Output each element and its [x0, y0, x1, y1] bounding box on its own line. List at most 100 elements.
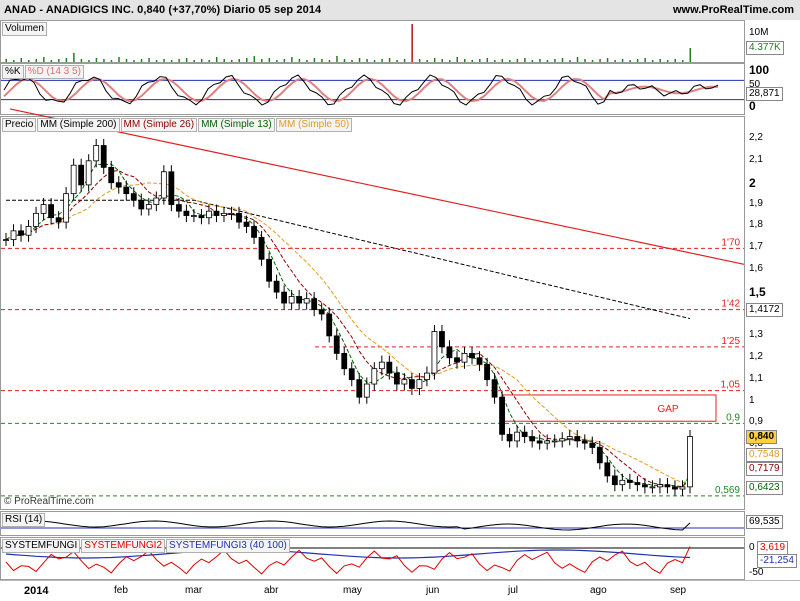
candle-body [296, 296, 303, 304]
stochastic-legend: %K %D (14 3 5) [2, 65, 85, 79]
rsi-legend: RSI (14) [2, 513, 46, 527]
candle-body [228, 212, 235, 215]
candle-body [33, 212, 39, 227]
volume-bar [381, 59, 383, 62]
candle-body [326, 313, 333, 337]
x-year-label: 2014 [24, 585, 49, 597]
volume-bar [140, 59, 143, 62]
volume-bar [268, 58, 271, 62]
candle-body [687, 436, 693, 488]
volume-bar [621, 59, 624, 62]
candle-body [559, 438, 566, 442]
price-axis-tick: 2,1 [749, 153, 763, 165]
volume-bar [554, 59, 556, 62]
volume-bar [283, 59, 286, 62]
x-month-feb: feb [114, 585, 128, 596]
level-label: 1,05 [721, 380, 741, 391]
candle-body [63, 193, 70, 223]
price-axis-tick: 1,9 [749, 197, 763, 209]
volume-bar [629, 60, 631, 62]
candle-body [18, 230, 24, 236]
volume-bar [403, 59, 406, 62]
volume-bar [133, 60, 135, 62]
candle-body [514, 431, 521, 442]
volume-axis: 10M 4.377K [745, 20, 800, 63]
rsi-label: RSI (14) [2, 513, 46, 527]
systemfungi-legend: SYSTEMFUNGI SYSTEMFUNGI2 SYSTEMFUNGI3 (40 … [2, 539, 291, 553]
price-axis-tick: 1,8 [749, 219, 763, 231]
x-month-abr: abr [264, 585, 279, 596]
volume-bar [591, 60, 594, 62]
candle-body [318, 309, 325, 315]
volume-bar [471, 60, 474, 62]
ma50-label: MM (Simple 50) [275, 118, 353, 132]
volume-bar [343, 59, 346, 62]
volume-bar [689, 48, 691, 62]
price-axis-tick: 2,2 [749, 131, 763, 143]
candle-body [348, 368, 355, 381]
volume-bar [426, 60, 428, 62]
volume-bar [569, 60, 571, 62]
rsi-axis: 69,535 [745, 511, 800, 536]
volume-bar [418, 59, 421, 62]
candle-body [371, 368, 378, 385]
candle-body [589, 442, 596, 448]
volume-bar [516, 59, 519, 62]
candle-body [175, 204, 182, 212]
volume-bar [110, 60, 113, 62]
volume-bar [118, 57, 120, 62]
volume-bar [238, 59, 241, 62]
volume-bar [163, 59, 165, 62]
volume-bar [298, 59, 301, 62]
fungi-value-2: -21,254 [757, 554, 797, 568]
volume-bar [501, 59, 504, 62]
candle-body [416, 379, 423, 389]
volume-bar [80, 59, 83, 62]
candle-body [93, 145, 100, 162]
volume-bar [576, 57, 579, 62]
candle-body [25, 226, 32, 236]
candle-body [183, 210, 190, 216]
candle-body [108, 166, 115, 184]
volume-bar [58, 59, 60, 62]
volume-axis-max: 10M [749, 27, 769, 38]
candle-body [424, 372, 430, 381]
candle-body [266, 258, 272, 282]
chart-plot-area[interactable]: 1'70 1'42 1'25 1,05 0,9 0,569 GAP [0, 0, 745, 580]
volume-bar [674, 59, 676, 62]
volume-bar [35, 59, 38, 62]
volume-bar [200, 59, 203, 62]
candle-body [664, 484, 671, 488]
ma200-line [6, 199, 691, 320]
price-value-box: 0,7179 [746, 462, 783, 477]
candle-body [566, 436, 573, 440]
candle-body [634, 482, 641, 486]
price-value-box: 0,840 [746, 429, 778, 444]
x-month-jun: jun [426, 585, 440, 596]
level-label: 1'70 [721, 237, 740, 248]
candle-body [521, 431, 528, 437]
volume-bar [479, 59, 481, 62]
candle-body [619, 479, 626, 486]
candle-body [191, 215, 197, 217]
price-axis-tick: 1,3 [749, 328, 763, 340]
candle-body [138, 199, 145, 210]
level-label: 0,569 [715, 485, 740, 496]
ma26-label: MM (Simple 26) [120, 118, 198, 132]
candle-body [611, 475, 618, 486]
stoch-axis-0: 0 [749, 99, 756, 113]
stoch-axis-100: 100 [749, 63, 770, 77]
candle-body [243, 221, 250, 227]
volume-last-value: 4.377K [746, 41, 784, 55]
volume-bar [636, 59, 639, 62]
price-axis-tick: 1,1 [749, 372, 763, 384]
fungi-value-1: 3,619 [757, 541, 789, 555]
x-month-mar: mar [185, 585, 203, 596]
volume-bar [291, 57, 293, 62]
volume-bar [321, 59, 323, 62]
volume-bar [306, 60, 308, 62]
volume-bar [494, 60, 496, 62]
x-month-may: may [343, 585, 362, 596]
volume-bar [396, 60, 398, 62]
volume-bar [388, 58, 391, 62]
